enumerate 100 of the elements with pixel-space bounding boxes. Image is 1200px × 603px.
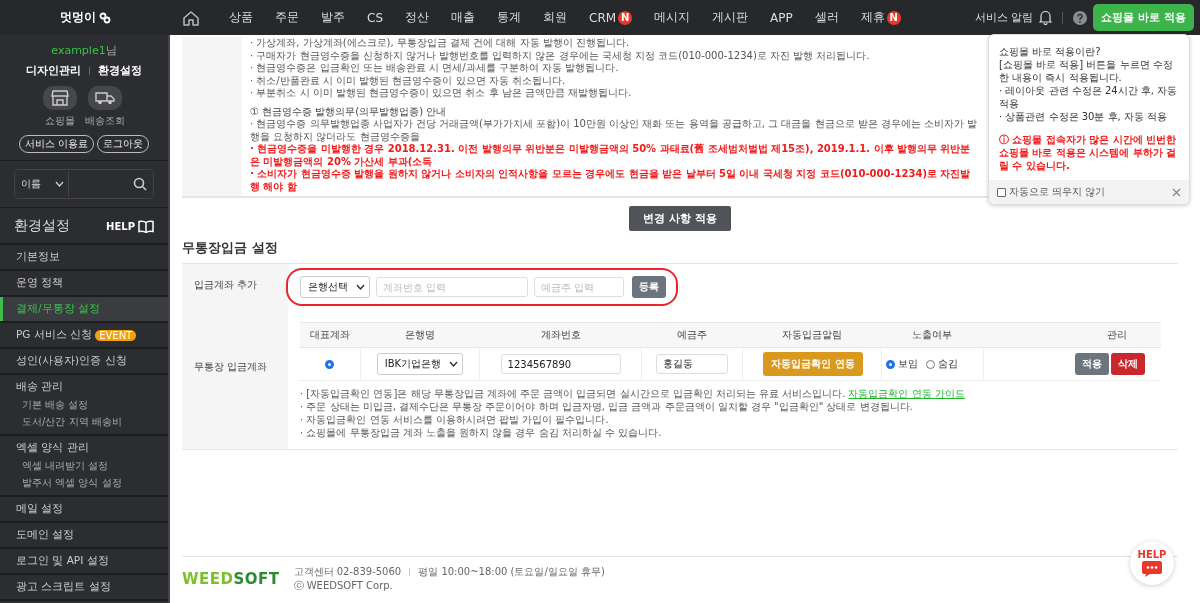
- new-badge: N: [618, 10, 633, 25]
- notice-text: · 구매자가 현금영수증을 신청하지 않거나 발행번호를 입력하지 않은 경우에는 국세청 지정 코드(010-000-1234)로 자진 발행 처리됩니다.: [250, 49, 871, 62]
- note-text: · 자동입금확인 연동 서비스를 이용하시려면 팝빌 가입이 필수입니다.: [300, 414, 609, 425]
- shortcut-button[interactable]: [88, 86, 122, 110]
- new-badge: N: [886, 10, 901, 25]
- nav-menu-item[interactable]: 통계: [486, 9, 532, 26]
- account-holder-field[interactable]: 예금주 입력: [534, 277, 624, 297]
- notice-text: · 취소/반품완료 시 이미 발행된 현금영수증이 있으면 자동 취소됩니다.: [250, 74, 567, 87]
- store-icon: [51, 90, 69, 106]
- sidebar-menu-item[interactable]: 성인(사용자)인증 신청: [0, 349, 168, 373]
- sidebar-menu-item[interactable]: 엑셀 양식 관리: [0, 436, 168, 460]
- copyright-text: ⓒ WEEDSOFT Corp.: [293, 579, 393, 593]
- help-link[interactable]: HELP: [106, 220, 135, 232]
- nav-menu-item[interactable]: 회원: [532, 9, 578, 26]
- event-badge: EVENT: [95, 329, 137, 341]
- nav-menu-item[interactable]: 매출: [440, 9, 486, 26]
- sidebar-menu-item[interactable]: 배송 관리: [0, 375, 168, 399]
- truck-icon: [95, 91, 115, 105]
- nav-menu-item[interactable]: 상품: [218, 9, 264, 26]
- footer-text: 평일 10:00~18:00 (토요일/일요일 휴무): [418, 565, 605, 579]
- sidebar-link[interactable]: 디자인관리: [26, 63, 81, 78]
- notice-text: · 현금영수증을 미발행한 경우 2018.12.31. 이전 발행의무 위반분은 미발행금액의 50% 과태료(舊 조세범처벌법 제15조), 2019.1.1. 이후 발행의무 위반분은 미발행금액의 20% 가산세 부과(소득: [250, 143, 972, 168]
- nav-menu-item[interactable]: 주문: [264, 9, 310, 26]
- notice-text: · 부분취소 시 이미 발행된 현금영수증이 있으면 취소 후 남은 금액만큼 재발행됩니다.: [250, 87, 633, 100]
- logo[interactable]: 멋멍이: [59, 9, 96, 26]
- service-alert-link[interactable]: 서비스 알림: [975, 10, 1034, 25]
- column-header: 노출여부: [881, 322, 983, 348]
- sidebar-link[interactable]: 환경설정: [98, 63, 142, 78]
- link-icon: [98, 11, 111, 24]
- notice-text: · 현금영수증 의무발행업종 사업자가 건당 거래금액(부가가치세 포함)이 10만원 이상인 재화 또는 용역을 공급하고, 그 대금을 현금으로 받은 경우에는 소비자가 발행을 요청하지 않더라도 현금영수증을: [250, 118, 978, 143]
- field-label: 무통장 입금계좌: [182, 312, 288, 449]
- bank-select[interactable]: IBK기업은행: [376, 353, 464, 375]
- nav-menu-item[interactable]: 셀러: [803, 9, 850, 26]
- chevron-down-icon: [356, 284, 365, 290]
- nav-menu-item[interactable]: 메시지: [643, 9, 702, 26]
- note-text: · 주문 상태는 미입금, 결제수단은 무통장 주문이어야 하며 입금자명, 입금 금액과 주문금액이 일치할 경우 "입금확인" 상태로 변경됩니다.: [300, 401, 913, 412]
- radio-button[interactable]: [325, 360, 335, 369]
- sidebar-menu-item[interactable]: 메일 설정: [0, 497, 168, 521]
- sidebar-menu-item[interactable]: PG 서비스 신청 EVENT: [0, 323, 168, 347]
- shortcut-label: 배송조회: [85, 114, 125, 128]
- sidebar-submenu-item[interactable]: 기본 배송 설정: [0, 397, 168, 414]
- note-text: · 쇼핑몰에 무통장입금 계좌 노출을 원하지 않을 경우 숨김 처리하실 수 있습니다.: [300, 427, 662, 438]
- footer-logo: WEEDSOFT: [182, 570, 280, 588]
- sidebar-submenu-item[interactable]: 도서/산간 지역 배송비: [0, 414, 168, 434]
- search-field[interactable]: 이름: [14, 169, 154, 199]
- nav-menu-item[interactable]: 게시판: [701, 9, 760, 26]
- radio-option[interactable]: 숨김: [925, 357, 958, 371]
- section-title: 환경설정: [14, 217, 71, 235]
- shortcut-label: 쇼핑몰: [45, 114, 75, 128]
- shortcut-button[interactable]: [43, 86, 77, 110]
- field-label: 입금계좌 추가: [182, 264, 288, 312]
- close-icon[interactable]: [1172, 187, 1181, 197]
- popup-text: 쇼핑몰 바로 적용이란?: [999, 45, 1102, 58]
- radio-option[interactable]: 보임: [885, 357, 918, 371]
- sidebar-menu-item[interactable]: 기본정보: [0, 245, 168, 269]
- popup-text: [쇼핑몰 바로 적용] 버튼을 누르면 수정한 내용이 즉시 적용됩니다.: [999, 58, 1174, 84]
- search-icon[interactable]: [133, 177, 147, 191]
- save-changes-button[interactable]: 변경 사항 적용: [629, 206, 731, 231]
- home-icon[interactable]: [182, 9, 200, 26]
- sidebar-menu-item[interactable]: 도메인 설정: [0, 523, 168, 547]
- chevron-down-icon: [449, 361, 459, 367]
- nav-menu-item[interactable]: 제휴 N: [849, 9, 912, 26]
- account-holder-field[interactable]: 홍길동: [656, 354, 729, 374]
- notice-text: · 가상계좌, 가상계좌(에스크로), 무통장입금 결제 건에 대해 자동 발행이 진행됩니다.: [250, 37, 631, 50]
- sidebar-menu-item[interactable]: 운영 정책: [0, 271, 168, 295]
- notice-text: ① 현금영수증 발행의무(의무발행업종) 안내: [250, 105, 448, 118]
- help-chat-button[interactable]: HELP: [1130, 541, 1174, 585]
- help-icon[interactable]: [1073, 10, 1088, 25]
- popup-text: · 상품관련 수정은 30분 후, 자동 적용: [999, 110, 1169, 123]
- popup-text: · 레이아웃 관련 수정은 24시간 후, 자동적용: [999, 84, 1179, 110]
- column-header: 예금주: [641, 322, 743, 348]
- sidebar-menu-item[interactable]: 광고 스크립트 설정: [0, 575, 168, 599]
- column-header: 대표계좌: [300, 322, 361, 348]
- notice-text: · 현금영수증은 입금확인 또는 배송완료 시 면세/과세를 구분하여 자동 발행됩니다.: [250, 62, 620, 75]
- column-header: 자동입금알림: [742, 322, 882, 348]
- book-icon[interactable]: [138, 219, 154, 233]
- footer-text: 고객센터 02-839-5060: [293, 565, 402, 579]
- bell-icon[interactable]: [1039, 10, 1053, 25]
- nav-menu-item[interactable]: 발주: [310, 9, 356, 26]
- nav-menu-item[interactable]: CS: [356, 10, 394, 25]
- account-number-field[interactable]: 계좌번호 입력: [376, 277, 528, 297]
- apply-button[interactable]: 적용: [1075, 353, 1109, 375]
- nav-menu-item[interactable]: CRM N: [578, 10, 644, 25]
- delete-button[interactable]: 삭제: [1111, 353, 1145, 375]
- account-number-field[interactable]: 1234567890: [500, 354, 621, 374]
- column-header: 계좌번호: [479, 322, 642, 348]
- sidebar-submenu-item[interactable]: 발주서 엑셀 양식 설정: [0, 475, 168, 495]
- bank-select[interactable]: 은행선택: [300, 276, 370, 298]
- sidebar-menu-item[interactable]: 로그인 및 API 설정: [0, 549, 168, 573]
- column-header: 은행명: [360, 322, 480, 348]
- register-button[interactable]: 등록: [632, 276, 666, 298]
- section-heading: 무통장입금 설정: [182, 239, 279, 257]
- nav-menu-item[interactable]: APP: [759, 10, 804, 25]
- sidebar-submenu-item[interactable]: 엑셀 내려받기 설정: [0, 458, 168, 475]
- user-name: example1님: [51, 43, 117, 58]
- chevron-down-icon: [55, 181, 64, 187]
- column-header: 관리: [983, 322, 1161, 348]
- sidebar-menu-item[interactable]: 결제/무통장 설정: [0, 297, 168, 321]
- nav-menu-item[interactable]: 정산: [394, 9, 440, 26]
- popup-warning: ⓘ 쇼핑몰 접속자가 많은 시간에 빈번한 쇼핑몰 바로 적용은 시스템에 부하가 걸릴 수 있습니다.: [999, 133, 1178, 172]
